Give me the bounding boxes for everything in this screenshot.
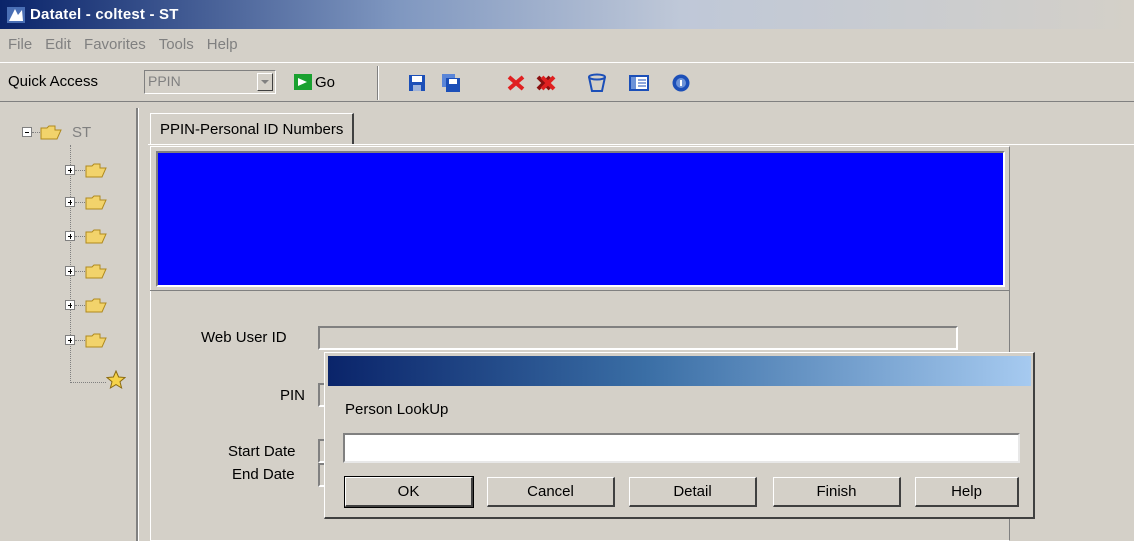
- tree-connector: [75, 304, 85, 306]
- go-arrow-icon: [294, 74, 312, 90]
- delete-icon[interactable]: [586, 73, 608, 93]
- folder-icon: [85, 332, 107, 348]
- web-user-id-label: Web User ID: [201, 329, 287, 346]
- go-label: Go: [315, 73, 336, 91]
- tree-connector: [75, 270, 85, 272]
- cancel-button[interactable]: Cancel: [487, 477, 615, 507]
- folder-icon: [85, 162, 107, 178]
- end-date-label: End Date: [232, 466, 295, 483]
- quick-access-value: PPIN: [148, 73, 181, 89]
- cancel-icon[interactable]: [505, 73, 527, 93]
- quick-access-combo[interactable]: PPIN: [144, 70, 276, 94]
- window-title: Datatel - coltest - ST: [30, 6, 179, 23]
- pin-label: PIN: [280, 387, 306, 404]
- expand-icon[interactable]: [65, 197, 75, 207]
- tree-item[interactable]: [65, 295, 107, 315]
- cancel-all-icon[interactable]: [535, 73, 557, 93]
- expand-icon[interactable]: [65, 335, 75, 345]
- tree-item[interactable]: [65, 192, 107, 212]
- tree-connector: [32, 131, 40, 133]
- web-user-id-field[interactable]: [318, 326, 958, 350]
- start-date-label: Start Date: [228, 443, 296, 460]
- dialog-title-bar[interactable]: [328, 356, 1031, 386]
- tree-item[interactable]: [65, 261, 107, 281]
- tree-item[interactable]: [65, 226, 107, 246]
- pane-splitter[interactable]: [136, 108, 139, 541]
- folder-icon: [85, 263, 107, 279]
- toolbar-separator: [377, 66, 379, 100]
- menu-edit[interactable]: Edit: [37, 36, 76, 53]
- go-button[interactable]: Go: [294, 71, 335, 93]
- toolbar: Quick Access PPIN Go: [0, 62, 1134, 102]
- expand-icon[interactable]: [65, 300, 75, 310]
- save-icon[interactable]: [406, 73, 428, 93]
- panel-divider: [150, 290, 1010, 291]
- tree-connector: [75, 169, 85, 171]
- finish-button[interactable]: Finish: [773, 477, 901, 507]
- ok-button[interactable]: OK: [344, 476, 474, 508]
- person-lookup-input[interactable]: [343, 433, 1020, 463]
- menu-tools[interactable]: Tools: [151, 36, 199, 53]
- quick-access-label: Quick Access: [8, 73, 99, 90]
- open-folder-icon: [40, 124, 62, 140]
- details-icon[interactable]: [628, 73, 650, 93]
- detail-button[interactable]: Detail: [629, 477, 757, 507]
- tree-connector: [75, 339, 85, 341]
- expand-icon[interactable]: [65, 266, 75, 276]
- tree-root-label: ST: [72, 123, 92, 141]
- app-icon: [6, 5, 26, 25]
- collapse-icon[interactable]: [22, 127, 32, 137]
- menu-favorites[interactable]: Favorites: [76, 36, 151, 53]
- tree-item-favorites[interactable]: [70, 369, 127, 394]
- tree-connector: [70, 381, 106, 383]
- tab-strip-line: [148, 144, 1134, 145]
- star-icon: [105, 369, 127, 394]
- help-icon[interactable]: [670, 73, 692, 93]
- person-lookup-dialog: Person LookUp OK Cancel Detail Finish He…: [324, 352, 1035, 519]
- expand-icon[interactable]: [65, 165, 75, 175]
- folder-icon: [85, 297, 107, 313]
- title-bar: Datatel - coltest - ST: [0, 0, 1134, 29]
- tab-ppin[interactable]: PPIN-Personal ID Numbers: [150, 113, 355, 145]
- header-banner: [156, 151, 1005, 287]
- help-button[interactable]: Help: [915, 477, 1019, 507]
- menu-help[interactable]: Help: [199, 36, 243, 53]
- menu-file[interactable]: File: [0, 36, 37, 53]
- chevron-down-icon[interactable]: [257, 73, 273, 91]
- folder-icon: [85, 228, 107, 244]
- tree-root[interactable]: ST: [22, 120, 91, 144]
- save-all-icon[interactable]: [440, 73, 462, 93]
- folder-icon: [85, 194, 107, 210]
- expand-icon[interactable]: [65, 231, 75, 241]
- dialog-label: Person LookUp: [345, 401, 449, 418]
- tree-connector: [75, 235, 85, 237]
- tree-item[interactable]: [65, 160, 107, 180]
- menu-bar: File Edit Favorites Tools Help: [0, 29, 1134, 59]
- tree-item[interactable]: [65, 330, 107, 350]
- tree-connector: [75, 201, 85, 203]
